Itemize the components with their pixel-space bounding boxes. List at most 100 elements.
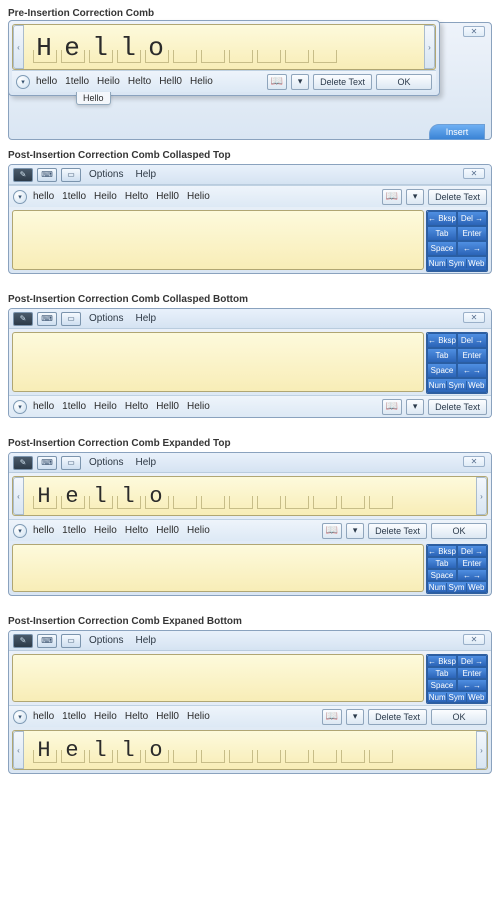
writing-area[interactable] [12,210,424,270]
comb-cell[interactable] [255,731,283,769]
comb-cell[interactable] [199,25,227,69]
suggestion[interactable]: 1tello [60,191,88,202]
menu-options[interactable]: Options [85,457,127,468]
suggestion[interactable]: Helto [123,711,150,722]
comb-cell[interactable]: e [59,731,87,769]
comb-cell[interactable] [367,731,395,769]
scroll-left-icon[interactable]: ‹ [13,477,24,515]
character-mode-icon[interactable]: ⌨ [37,168,57,182]
scroll-right-icon[interactable]: › [424,25,435,69]
expand-suggestions-icon[interactable]: ▾ [16,75,30,89]
comb-cell[interactable] [283,731,311,769]
tools-dropdown-icon[interactable]: ▾ [346,709,364,725]
key-sym[interactable]: Sym [447,381,466,390]
key-del[interactable]: Del → [457,545,487,557]
suggestion[interactable]: Hell0 [154,191,181,202]
ok-button[interactable]: OK [376,74,432,90]
suggestion[interactable]: Heilo [92,191,119,202]
comb-cell[interactable]: l [115,477,143,515]
dictionary-icon[interactable]: 📖 [322,523,342,539]
suggestion[interactable]: 1tello [63,76,91,87]
suggestion[interactable]: 1tello [60,525,88,536]
key-space[interactable]: Space [427,363,457,378]
character-mode-icon[interactable]: ⌨ [37,634,57,648]
suggestion[interactable]: 1tello [60,711,88,722]
comb-cell[interactable] [171,731,199,769]
key-web[interactable]: Web [467,583,486,592]
key-arrows[interactable]: ←→ [457,569,487,581]
suggestion[interactable]: Helio [188,76,215,87]
key-num[interactable]: Num [428,381,447,390]
dictionary-icon[interactable]: 📖 [322,709,342,725]
writing-mode-icon[interactable]: ✎ [13,312,33,326]
writing-mode-icon[interactable]: ✎ [13,456,33,470]
writing-area[interactable] [12,544,424,592]
delete-text-button[interactable]: Delete Text [428,189,487,205]
comb-cell[interactable]: o [143,25,171,69]
key-enter[interactable]: Enter [457,557,487,569]
comb-cell[interactable]: H [31,731,59,769]
comb-cell[interactable]: e [59,477,87,515]
key-enter[interactable]: Enter [457,226,487,241]
key-bksp[interactable]: ← Bksp [427,333,457,348]
expand-suggestions-icon[interactable]: ▾ [13,524,27,538]
suggestion[interactable]: hello [31,711,56,722]
key-bksp[interactable]: ← Bksp [427,655,457,667]
dictionary-icon[interactable]: 📖 [267,74,287,90]
dictionary-icon[interactable]: 📖 [382,399,402,415]
dictionary-icon[interactable]: 📖 [382,189,402,205]
comb-cell[interactable] [171,477,199,515]
key-sym[interactable]: Sym [447,693,466,702]
key-sym[interactable]: Sym [447,259,466,268]
suggestion[interactable]: Heilo [92,525,119,536]
key-num[interactable]: Num [428,693,447,702]
menu-help[interactable]: Help [131,313,160,324]
insert-button[interactable]: Insert [429,124,485,140]
comb-cell[interactable] [171,25,199,69]
comb-cell[interactable]: l [87,477,115,515]
close-icon[interactable]: ✕ [463,26,485,37]
ok-button[interactable]: OK [431,523,487,539]
suggestion[interactable]: 1tello [60,401,88,412]
key-web[interactable]: Web [467,381,486,390]
suggestion[interactable]: Hell0 [154,711,181,722]
suggestion[interactable]: hello [34,76,59,87]
tools-dropdown-icon[interactable]: ▾ [406,189,424,205]
key-enter[interactable]: Enter [457,667,487,679]
close-icon[interactable]: ✕ [463,312,485,323]
key-bksp[interactable]: ← Bksp [427,211,457,226]
comb-cell[interactable]: o [143,731,171,769]
writing-mode-icon[interactable]: ✎ [13,634,33,648]
keyboard-mode-icon[interactable]: ▭ [61,168,81,182]
menu-options[interactable]: Options [85,313,127,324]
comb-cell[interactable]: o [143,477,171,515]
comb-cell[interactable]: H [31,25,59,69]
comb-cell[interactable] [199,477,227,515]
suggestion[interactable]: Helto [126,76,153,87]
key-tab[interactable]: Tab [427,557,457,569]
suggestion[interactable]: Helio [185,711,212,722]
comb-cell[interactable]: l [115,731,143,769]
menu-help[interactable]: Help [131,635,160,646]
character-mode-icon[interactable]: ⌨ [37,312,57,326]
comb-cell[interactable] [199,731,227,769]
writing-area[interactable] [12,654,424,702]
scroll-right-icon[interactable]: › [476,477,487,515]
key-bksp[interactable]: ← Bksp [427,545,457,557]
key-num[interactable]: Num [428,259,447,268]
tools-dropdown-icon[interactable]: ▾ [291,74,309,90]
suggestion[interactable]: Hell0 [154,525,181,536]
comb-cell[interactable] [311,477,339,515]
comb-cell[interactable] [311,25,339,69]
suggestion[interactable]: Heilo [95,76,122,87]
comb-cell[interactable] [283,25,311,69]
suggestion[interactable]: Helto [123,191,150,202]
expand-suggestions-icon[interactable]: ▾ [13,400,27,414]
key-space[interactable]: Space [427,241,457,256]
writing-comb[interactable]: ‹ H e l l o › [12,24,436,70]
expand-suggestions-icon[interactable]: ▾ [13,710,27,724]
suggestion[interactable]: Helio [185,191,212,202]
key-space[interactable]: Space [427,569,457,581]
key-space[interactable]: Space [427,679,457,691]
suggestion[interactable]: hello [31,191,56,202]
